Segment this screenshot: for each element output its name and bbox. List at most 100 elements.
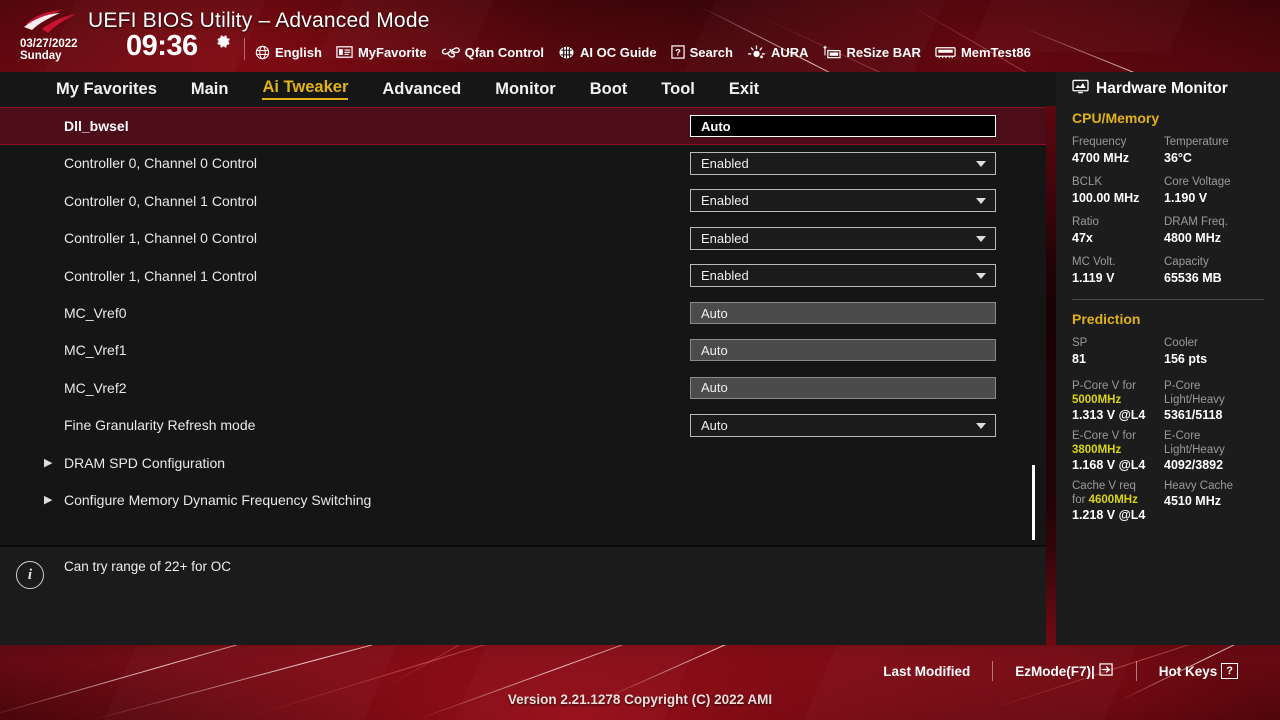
tab-exit[interactable]: Exit [729, 80, 759, 99]
tab-ai-tweaker[interactable]: Ai Tweaker [262, 78, 349, 100]
hw-stat: MC Volt. 1.119 V [1072, 255, 1164, 286]
last-modified-button[interactable]: Last Modified [861, 664, 992, 679]
setting-label: Controller 1, Channel 1 Control [64, 267, 257, 284]
setting-row[interactable]: Fine Granularity Refresh mode Auto [0, 407, 1046, 444]
pred-left-value: 1.218 V @L4 [1072, 508, 1146, 522]
setting-row[interactable]: Controller 0, Channel 0 Control Enabled [0, 145, 1046, 182]
setting-row[interactable]: MC_Vref2 Auto [0, 369, 1046, 406]
info-icon: i [16, 561, 44, 589]
setting-input[interactable]: Auto [690, 115, 996, 138]
setting-row[interactable]: MC_Vref0 Auto [0, 294, 1046, 331]
hw-stat-value: 156 pts [1164, 352, 1208, 366]
tab-label: Ai Tweaker [262, 78, 349, 96]
rog-logo [22, 8, 78, 36]
setting-input[interactable]: Auto [690, 339, 996, 362]
svg-text:?: ? [675, 47, 681, 57]
hw-stat: SP 81 [1072, 336, 1164, 367]
tab-boot[interactable]: Boot [590, 80, 628, 99]
memory-icon [935, 45, 956, 59]
setting-value: Auto [701, 305, 728, 321]
scrollbar-thumb[interactable] [1032, 465, 1035, 540]
chevron-down-icon [976, 160, 986, 167]
hw-stat: Temperature 36°C [1164, 135, 1256, 166]
setting-row[interactable]: DRAM CLK PeriodAuto [0, 100, 1046, 107]
setting-row[interactable]: Controller 0, Channel 1 Control Enabled [0, 182, 1046, 219]
tab-tool[interactable]: Tool [661, 80, 695, 99]
hw-prediction-left: P-Core V for 5000MHz 1.313 V @L4 [1072, 379, 1164, 423]
gear-icon[interactable] [215, 33, 232, 50]
setting-value: Enabled [701, 268, 749, 284]
setting-row[interactable]: Controller 1, Channel 1 Control Enabled [0, 257, 1046, 294]
setting-row[interactable]: Dll_bwsel Auto [0, 107, 1046, 145]
setting-label: Dll_bwsel [64, 118, 129, 135]
hw-prediction-right: P-Core Light/Heavy 5361/5118 [1164, 379, 1256, 423]
tab-main[interactable]: Main [191, 80, 229, 99]
tab-label: Exit [728, 79, 760, 98]
settings-list[interactable]: DRAM CLK PeriodAuto Dll_bwsel Auto Controll… [0, 100, 1046, 545]
tab-label: Tool [661, 79, 695, 98]
hw-stat-value: 4700 MHz [1072, 151, 1129, 165]
aura-light-icon [747, 44, 766, 60]
footer-bar: Last Modified EzMode(F7)| Hot Keys ? Ver… [0, 645, 1280, 720]
tab-my-favorites[interactable]: My Favorites [56, 80, 157, 99]
hw-stat-key: Ratio [1072, 216, 1099, 228]
setting-label: Controller 0, Channel 0 Control [64, 155, 257, 172]
setting-row[interactable]: ▶ Configure Memory Dynamic Frequency Swit… [0, 481, 1046, 518]
pred-left-highlight: 4600MHz [1088, 494, 1138, 506]
chevron-right-icon: ▶ [44, 457, 53, 470]
tool-aura[interactable]: AURA [747, 45, 809, 60]
footer-buttons: Last Modified EzMode(F7)| Hot Keys ? [861, 661, 1260, 681]
question-box-icon: ? [670, 45, 685, 59]
hotkeys-button[interactable]: Hot Keys ? [1137, 663, 1260, 679]
tool-label: Search [689, 44, 733, 60]
hw-section-prediction: Prediction [1072, 311, 1141, 327]
hw-prediction-right: Heavy Cache 4510 MHz [1164, 479, 1256, 523]
tool-myfavorite[interactable]: MyFavorite [336, 45, 427, 60]
tool-label: AURA [770, 44, 809, 60]
setting-dropdown[interactable]: Enabled [690, 151, 996, 175]
date-display: 03/27/2022 Sunday [20, 38, 78, 62]
setting-row[interactable]: MC_Vref1 Auto [0, 332, 1046, 369]
setting-row[interactable]: Controller 1, Channel 0 Control Enabled [0, 220, 1046, 257]
tool-label: English [275, 44, 322, 60]
hw-stat-pair: MC Volt. 1.119 V Capacity 65536 MB [1072, 255, 1264, 286]
hw-stat: Frequency 4700 MHz [1072, 135, 1164, 166]
hw-stat-key: SP [1072, 337, 1088, 349]
setting-dropdown[interactable]: Enabled [690, 189, 996, 213]
ezmode-button[interactable]: EzMode(F7)| [993, 663, 1136, 679]
setting-dropdown[interactable]: Enabled [690, 226, 996, 250]
resize-bar-icon [822, 45, 842, 60]
setting-row[interactable]: ▶ DRAM SPD Configuration [0, 444, 1046, 481]
setting-dropdown[interactable]: Enabled [690, 264, 996, 288]
pred-left-value: 1.168 V @L4 [1072, 458, 1146, 472]
hw-stat: Cooler 156 pts [1164, 336, 1256, 367]
pred-left-label: Cache V req [1072, 479, 1164, 493]
monitor-icon [1072, 79, 1089, 99]
setting-label: MC_Vref1 [64, 342, 127, 359]
hw-stat-value: 36°C [1164, 151, 1192, 165]
pred-left-pre: E-Core V for [1072, 430, 1136, 442]
tool-search[interactable]: ? Search [670, 44, 733, 60]
tool-english[interactable]: English [255, 45, 322, 60]
hw-prediction-block: Cache V req for 4600MHz 1.218 V @L4 Heavy C… [1072, 479, 1264, 523]
tab-advanced[interactable]: Advanced [382, 80, 461, 99]
tool-qfan-control[interactable]: Qfan Control [441, 45, 544, 60]
hotkeys-key-icon: ? [1221, 663, 1238, 679]
tool-memtest86[interactable]: MemTest86 [935, 45, 1031, 60]
hw-stat-key: Core Voltage [1164, 176, 1231, 188]
pred-left-highlight: 3800MHz [1072, 444, 1122, 456]
hw-stat-value: 81 [1072, 352, 1086, 366]
pred-right-value: 4510 MHz [1164, 494, 1221, 508]
tool-ai-oc-guide[interactable]: AI OC Guide [558, 45, 657, 60]
hw-stat-key: Frequency [1072, 136, 1127, 148]
setting-input[interactable]: Auto [690, 376, 996, 399]
setting-input[interactable]: Auto [690, 302, 996, 325]
tab-monitor[interactable]: Monitor [495, 80, 555, 99]
hw-stat-pair: SP 81 Cooler 156 pts [1072, 336, 1264, 367]
setting-dropdown[interactable]: Auto [690, 413, 996, 437]
header-bar: UEFI BIOS Utility – Advanced Mode 03/27/… [0, 0, 1280, 72]
hardware-monitor-label: Hardware Monitor [1096, 80, 1228, 97]
pred-left-label: P-Core V for [1072, 379, 1164, 393]
tool-resize-bar[interactable]: ReSize BAR [822, 45, 921, 60]
pred-right-value: 5361/5118 [1164, 408, 1223, 422]
